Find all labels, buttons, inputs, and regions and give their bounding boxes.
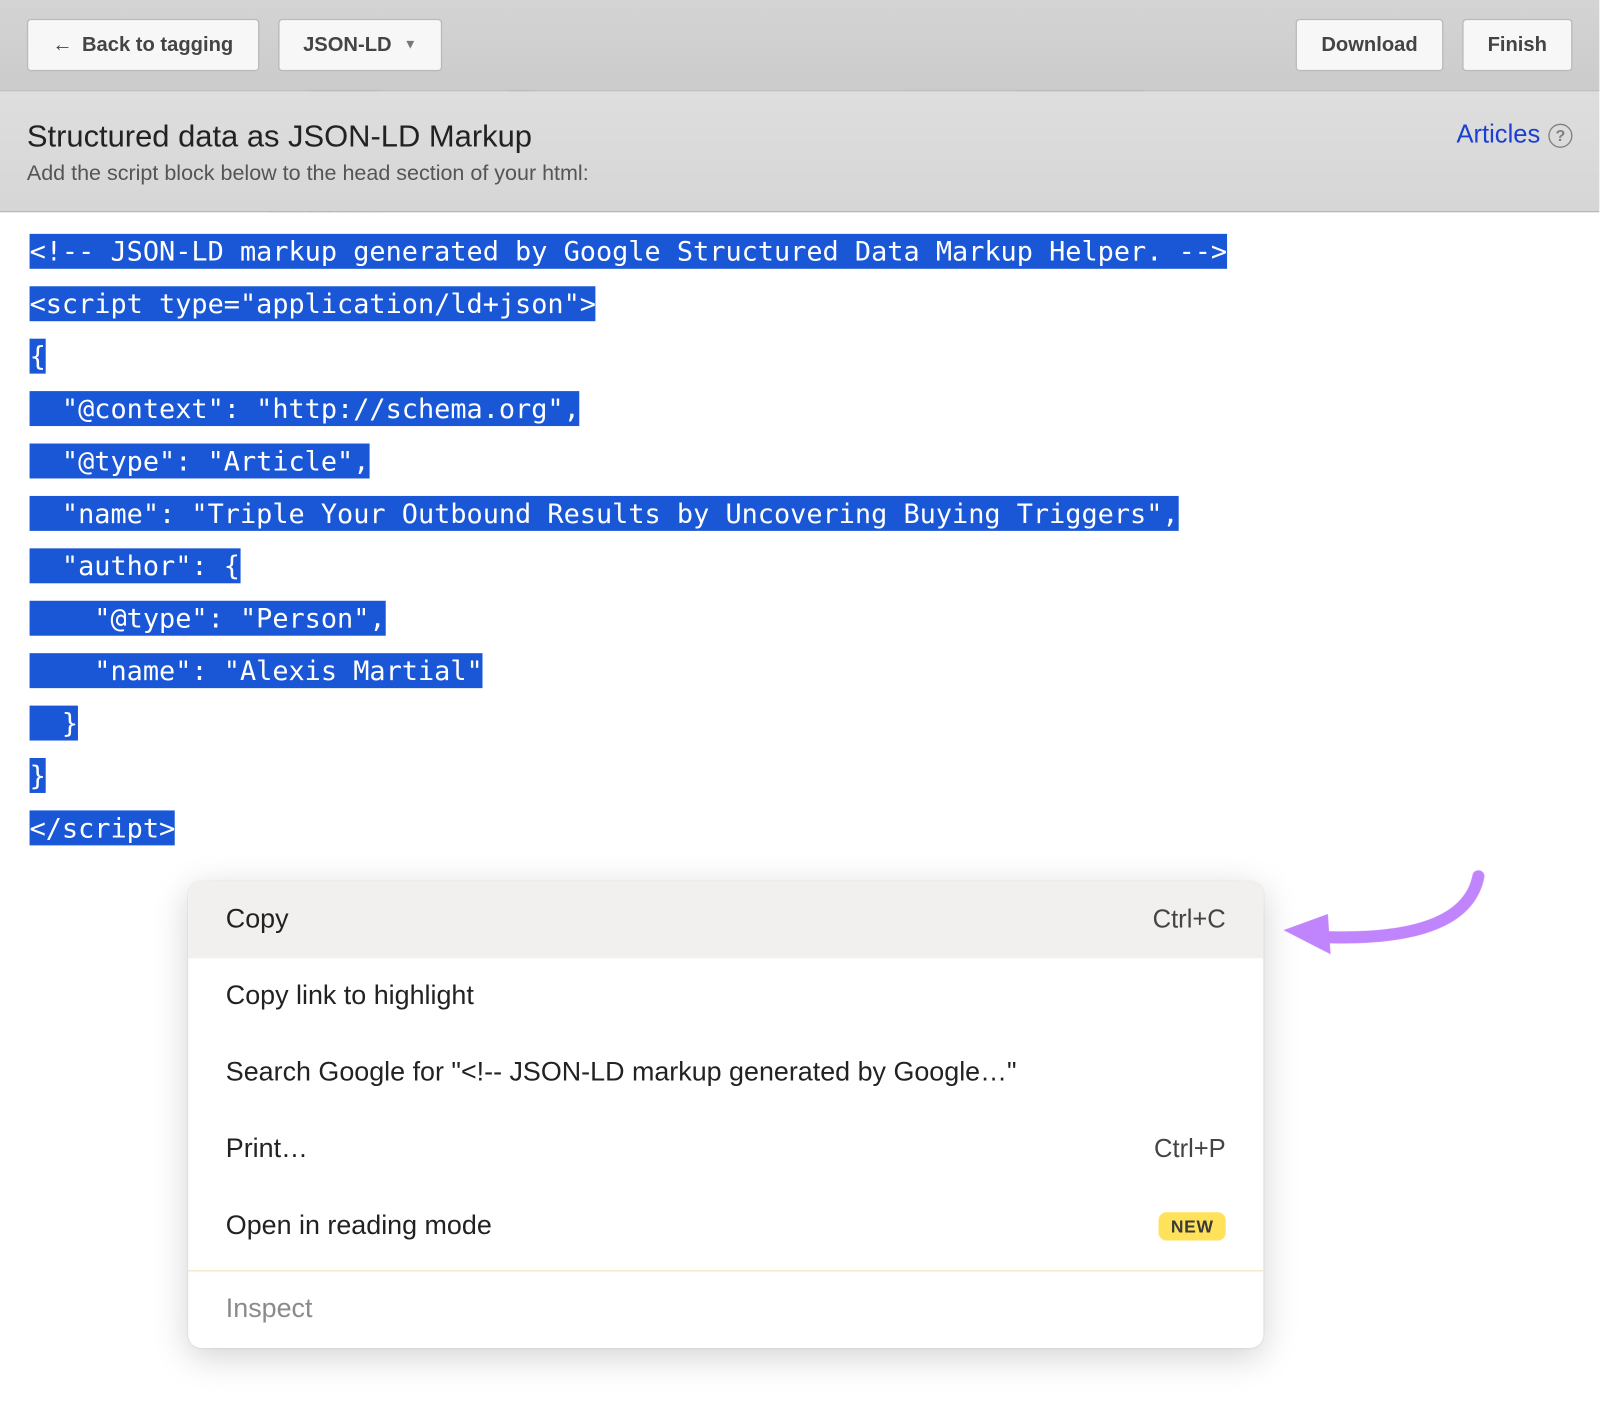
toolbar: ← Back to tagging JSON-LD ▼ Download Fin… bbox=[0, 0, 1599, 91]
menu-item-label: Print… bbox=[226, 1134, 1154, 1165]
finish-button[interactable]: Finish bbox=[1462, 19, 1572, 71]
menu-item-label: Inspect bbox=[226, 1294, 1226, 1325]
new-badge: NEW bbox=[1159, 1212, 1226, 1240]
articles-link[interactable]: Articles ? bbox=[1456, 121, 1572, 151]
header-area: Structured data as JSON-LD Markup Add th… bbox=[0, 91, 1599, 212]
menu-item-label: Copy link to highlight bbox=[226, 981, 1226, 1012]
context-menu: Copy Ctrl+C Copy link to highlight Searc… bbox=[188, 882, 1263, 1348]
code-line: { bbox=[30, 339, 46, 374]
code-line: </script> bbox=[30, 810, 176, 845]
menu-item-label: Search Google for "<!-- JSON-LD markup g… bbox=[226, 1058, 1226, 1089]
menu-item-shortcut: Ctrl+P bbox=[1154, 1135, 1226, 1165]
format-label: JSON-LD bbox=[303, 34, 391, 57]
context-menu-search[interactable]: Search Google for "<!-- JSON-LD markup g… bbox=[188, 1035, 1263, 1112]
download-button[interactable]: Download bbox=[1296, 19, 1443, 71]
back-label: Back to tagging bbox=[82, 34, 233, 57]
code-line: "name": "Triple Your Outbound Results by… bbox=[30, 496, 1179, 531]
chevron-down-icon: ▼ bbox=[404, 38, 417, 53]
code-line: "@type": "Article", bbox=[30, 444, 370, 479]
back-to-tagging-button[interactable]: ← Back to tagging bbox=[27, 19, 259, 71]
code-line: <script type="application/ld+json"> bbox=[30, 286, 596, 321]
code-line: "@type": "Person", bbox=[30, 601, 386, 636]
arrow-left-icon: ← bbox=[52, 34, 72, 57]
context-menu-reading-mode[interactable]: Open in reading mode NEW bbox=[188, 1188, 1263, 1265]
menu-item-shortcut: Ctrl+C bbox=[1153, 905, 1226, 935]
context-menu-inspect[interactable]: Inspect bbox=[188, 1271, 1263, 1348]
code-line: "author": { bbox=[30, 548, 240, 583]
menu-item-label: Copy bbox=[226, 905, 1153, 936]
page-title: Structured data as JSON-LD Markup bbox=[27, 118, 1457, 154]
code-line: "name": "Alexis Martial" bbox=[30, 653, 483, 688]
context-menu-copy-link[interactable]: Copy link to highlight bbox=[188, 958, 1263, 1035]
context-menu-copy[interactable]: Copy Ctrl+C bbox=[188, 882, 1263, 959]
code-line: } bbox=[30, 706, 79, 741]
format-dropdown[interactable]: JSON-LD ▼ bbox=[278, 19, 443, 71]
code-line: "@context": "http://schema.org", bbox=[30, 391, 580, 426]
context-menu-print[interactable]: Print… Ctrl+P bbox=[188, 1111, 1263, 1188]
code-area: <!-- JSON-LD markup generated by Google … bbox=[0, 212, 1599, 908]
help-icon: ? bbox=[1548, 124, 1572, 148]
code-line: <!-- JSON-LD markup generated by Google … bbox=[30, 234, 1228, 269]
code-line: } bbox=[30, 758, 46, 793]
articles-label: Articles bbox=[1456, 121, 1540, 151]
page-subtitle: Add the script block below to the head s… bbox=[27, 163, 1457, 187]
code-block[interactable]: <!-- JSON-LD markup generated by Google … bbox=[30, 226, 1573, 855]
menu-item-label: Open in reading mode bbox=[226, 1211, 1140, 1242]
